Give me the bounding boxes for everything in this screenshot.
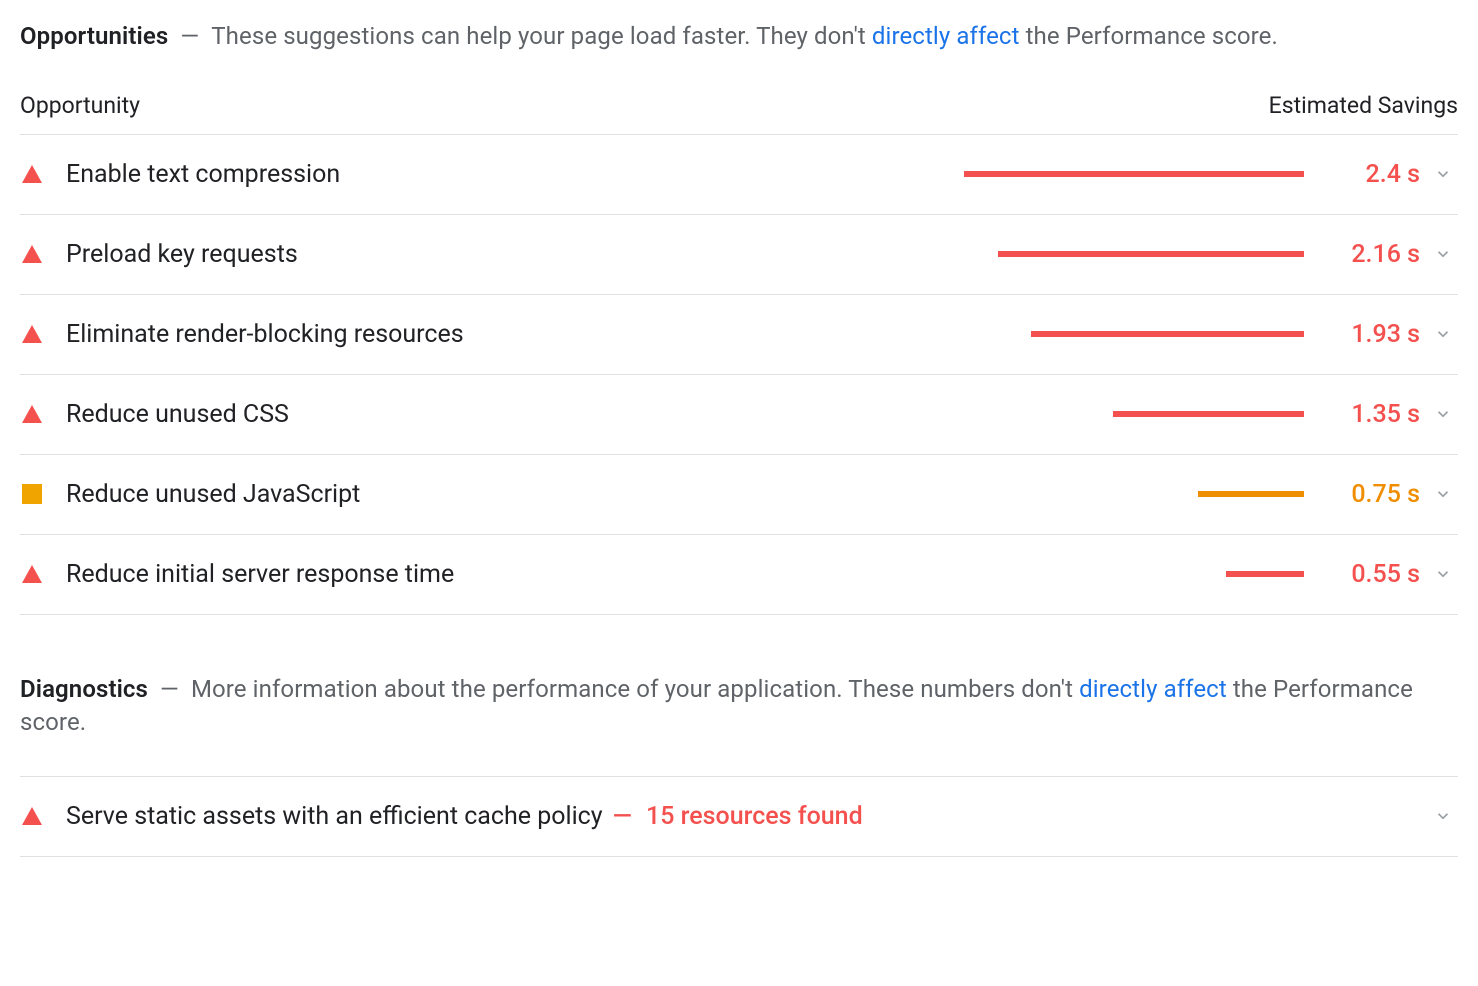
directly-affect-link-2[interactable]: directly affect	[1079, 675, 1227, 703]
chevron-down-icon	[1434, 565, 1458, 583]
opportunity-row[interactable]: Eliminate render-blocking resources 1.93 …	[20, 294, 1458, 374]
savings-value: 1.93 s	[1320, 317, 1420, 352]
diagnostics-header: Diagnostics — More information about the…	[20, 673, 1458, 740]
opportunities-columns: Opportunity Estimated Savings	[20, 90, 1458, 134]
savings-value: 2.4 s	[1320, 157, 1420, 192]
diagnostic-row[interactable]: Serve static assets with an efficient ca…	[20, 776, 1458, 857]
chevron-down-icon	[1434, 245, 1458, 263]
opportunity-label: Enable text compression	[66, 157, 340, 192]
savings-bar	[1113, 411, 1304, 417]
savings-value: 0.75 s	[1320, 477, 1420, 512]
triangle-fail-icon	[20, 322, 44, 346]
opportunity-row[interactable]: Enable text compression 2.4 s	[20, 134, 1458, 214]
triangle-fail-icon	[20, 162, 44, 186]
opportunities-lead-2: the Performance score.	[1020, 22, 1278, 50]
dash: —	[603, 802, 646, 831]
square-average-icon	[22, 484, 42, 504]
opportunity-label: Reduce initial server response time	[66, 557, 454, 592]
opportunity-label: Preload key requests	[66, 237, 298, 272]
opportunity-label: Reduce unused JavaScript	[66, 477, 360, 512]
diagnostics-title: Diagnostics	[20, 675, 148, 703]
triangle-fail-icon	[20, 402, 44, 426]
savings-bar-cell	[454, 571, 1320, 577]
savings-bar-cell	[464, 331, 1320, 337]
savings-bar	[998, 251, 1304, 257]
savings-value: 1.35 s	[1320, 397, 1420, 432]
diagnostics-rows: Serve static assets with an efficient ca…	[20, 776, 1458, 857]
dash: —	[154, 675, 185, 703]
triangle-fail-icon	[20, 562, 44, 586]
column-opportunity: Opportunity	[20, 90, 140, 122]
opportunity-row[interactable]: Preload key requests 2.16 s	[20, 214, 1458, 294]
triangle-fail-icon	[20, 804, 44, 828]
savings-bar-cell	[340, 171, 1320, 177]
diagnostics-lead-1: More information about the performance o…	[191, 675, 1079, 703]
chevron-down-icon	[1434, 165, 1458, 183]
opportunity-row[interactable]: Reduce unused JavaScript 0.75 s	[20, 454, 1458, 534]
opportunity-row[interactable]: Reduce unused CSS 1.35 s	[20, 374, 1458, 454]
opportunities-title: Opportunities	[20, 22, 168, 50]
column-savings: Estimated Savings	[1269, 90, 1458, 122]
chevron-down-icon	[1434, 405, 1458, 423]
savings-bar-cell	[289, 411, 1320, 417]
section-spacer	[20, 615, 1458, 673]
dash: —	[174, 22, 205, 50]
savings-bar	[1198, 491, 1304, 497]
diagnostic-extra-text: 15 resources found	[646, 802, 863, 831]
chevron-down-icon	[1434, 807, 1458, 825]
savings-bar-cell	[360, 491, 1320, 497]
triangle-fail-icon	[20, 242, 44, 266]
savings-bar	[1226, 571, 1304, 577]
savings-bar-cell	[298, 251, 1320, 257]
chevron-down-icon	[1434, 485, 1458, 503]
savings-bar	[1031, 331, 1304, 337]
savings-bar	[964, 171, 1304, 177]
directly-affect-link-1[interactable]: directly affect	[872, 22, 1020, 50]
savings-value: 0.55 s	[1320, 557, 1420, 592]
opportunity-label: Eliminate render-blocking resources	[66, 317, 464, 352]
savings-value: 2.16 s	[1320, 237, 1420, 272]
diagnostic-label: Serve static assets with an efficient ca…	[66, 799, 603, 834]
opportunity-row[interactable]: Reduce initial server response time 0.55 …	[20, 534, 1458, 615]
opportunities-rows: Enable text compression 2.4 s Preload key …	[20, 134, 1458, 615]
opportunities-lead-1: These suggestions can help your page loa…	[211, 22, 872, 50]
opportunity-label: Reduce unused CSS	[66, 397, 289, 432]
diagnostic-extra: — 15 resources found	[603, 799, 863, 834]
opportunities-header: Opportunities — These suggestions can he…	[20, 20, 1458, 54]
chevron-down-icon	[1434, 325, 1458, 343]
